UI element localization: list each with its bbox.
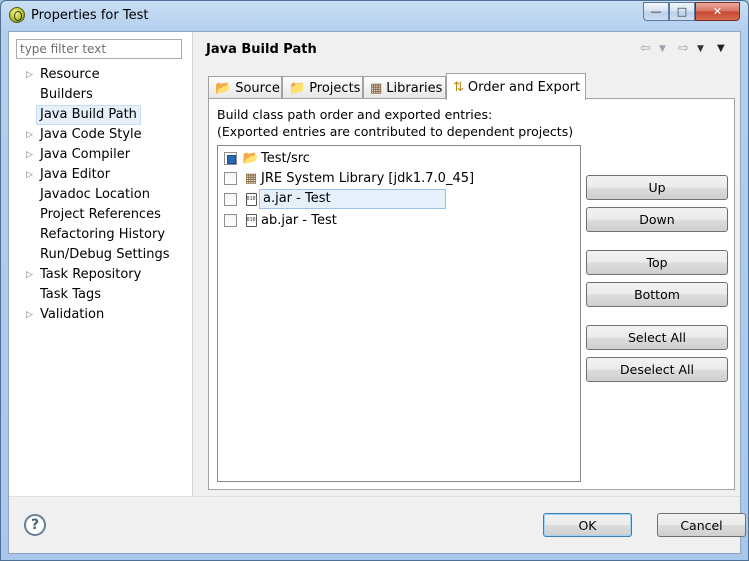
- view-menu-icon[interactable]: ▼: [717, 43, 725, 54]
- tree-item-java-build-path[interactable]: Java Build Path: [9, 105, 193, 125]
- filter-input[interactable]: [16, 39, 182, 59]
- tree-item-java-editor[interactable]: ▷ Java Editor: [9, 165, 193, 185]
- tab-source[interactable]: 📂 Source: [208, 76, 282, 99]
- order-export-panel: Build class path order and exported entr…: [208, 98, 735, 490]
- jar-icon: 010: [243, 213, 259, 227]
- export-checkbox[interactable]: [224, 192, 237, 206]
- tree-item-builders[interactable]: Builders: [9, 85, 193, 105]
- classpath-entry-list[interactable]: 📂 Test/src ▦ JRE System Library [jdk1.7.…: [217, 145, 581, 482]
- tab-bar: 📂 Source 📁 Projects ▦ Libraries ⇅ Order …: [208, 73, 734, 100]
- expand-arrow-icon[interactable]: ▷: [26, 305, 36, 325]
- select-all-button[interactable]: Select All: [586, 325, 728, 350]
- eclipse-icon: [9, 7, 25, 23]
- dialog-body: ▷Resource Builders Java Build Path ▷Java…: [8, 31, 746, 554]
- close-button[interactable]: ✕: [695, 2, 740, 21]
- forward-menu-icon[interactable]: ▼: [697, 44, 704, 54]
- tree-item-run-debug-settings[interactable]: Run/Debug Settings: [9, 245, 193, 265]
- page-header: Java Build Path ⇦ ▼ ⇨ ▼ ▼: [194, 32, 742, 68]
- maximize-button[interactable]: □: [669, 2, 695, 21]
- panel-description: Build class path order and exported entr…: [217, 107, 574, 139]
- list-item[interactable]: 📂 Test/src: [224, 148, 310, 168]
- expand-arrow-icon[interactable]: ▷: [26, 265, 36, 285]
- maximize-icon: □: [676, 5, 688, 18]
- export-checkbox[interactable]: [224, 213, 237, 227]
- footer-divider: [9, 496, 740, 497]
- properties-window: Properties for Test — □ ✕ ▷Resource Buil…: [0, 0, 749, 561]
- library-icon: ▦: [244, 170, 258, 186]
- jar-icon: 010: [243, 192, 259, 206]
- deselect-all-button[interactable]: Deselect All: [586, 357, 728, 382]
- order-export-icon: ⇅: [453, 79, 464, 95]
- tab-order-and-export[interactable]: ⇅ Order and Export: [446, 73, 586, 100]
- source-folder-icon: 📂: [242, 150, 260, 166]
- category-pane: ▷Resource Builders Java Build Path ▷Java…: [9, 32, 193, 496]
- window-title: Properties for Test: [31, 8, 149, 23]
- list-item[interactable]: 010 a.jar - Test: [224, 189, 446, 209]
- projects-folder-icon: 📁: [289, 80, 306, 96]
- up-button[interactable]: Up: [586, 175, 728, 200]
- source-folder-icon: 📂: [215, 80, 232, 96]
- top-button[interactable]: Top: [586, 250, 728, 275]
- title-bar[interactable]: Properties for Test — □ ✕: [1, 1, 748, 31]
- list-item[interactable]: ▦ JRE System Library [jdk1.7.0_45]: [224, 168, 474, 188]
- expand-arrow-icon[interactable]: ▷: [26, 125, 36, 145]
- page-title: Java Build Path: [206, 42, 317, 57]
- tree-item-refactoring-history[interactable]: Refactoring History: [9, 225, 193, 245]
- expand-arrow-icon[interactable]: ▷: [26, 65, 36, 85]
- tree-item-task-repository[interactable]: ▷ Task Repository: [9, 265, 193, 285]
- expand-arrow-icon[interactable]: ▷: [26, 165, 36, 185]
- minimize-button[interactable]: —: [643, 2, 669, 21]
- ok-button[interactable]: OK: [543, 513, 632, 537]
- list-item[interactable]: 010 ab.jar - Test: [224, 210, 337, 230]
- tree-item-resource[interactable]: ▷ Resource: [9, 65, 193, 85]
- back-menu-icon[interactable]: ▼: [659, 44, 666, 54]
- tree-item-validation[interactable]: ▷ Validation: [9, 305, 193, 325]
- tree-item-task-tags[interactable]: Task Tags: [9, 285, 193, 305]
- down-button[interactable]: Down: [586, 207, 728, 232]
- close-icon: ✕: [712, 5, 723, 18]
- help-icon[interactable]: ?: [24, 514, 46, 536]
- export-checkbox[interactable]: [224, 171, 237, 185]
- tree-item-java-compiler[interactable]: ▷ Java Compiler: [9, 145, 193, 165]
- expand-arrow-icon[interactable]: ▷: [26, 145, 36, 165]
- tree-item-javadoc-location[interactable]: Javadoc Location: [9, 185, 193, 205]
- category-tree: ▷ Resource Builders Java Build Path ▷ Java…: [9, 65, 193, 325]
- export-checkbox[interactable]: [224, 151, 237, 165]
- libraries-icon: ▦: [370, 80, 383, 96]
- bottom-button[interactable]: Bottom: [586, 282, 728, 307]
- tab-projects[interactable]: 📁 Projects: [282, 76, 363, 99]
- cancel-button[interactable]: Cancel: [657, 513, 746, 537]
- tab-libraries[interactable]: ▦ Libraries: [363, 76, 446, 99]
- tree-item-java-code-style[interactable]: ▷ Java Code Style: [9, 125, 193, 145]
- tree-item-project-references[interactable]: Project References: [9, 205, 193, 225]
- minimize-icon: —: [650, 5, 662, 18]
- forward-arrow-icon[interactable]: ⇨: [678, 41, 689, 56]
- back-arrow-icon[interactable]: ⇦: [640, 41, 651, 56]
